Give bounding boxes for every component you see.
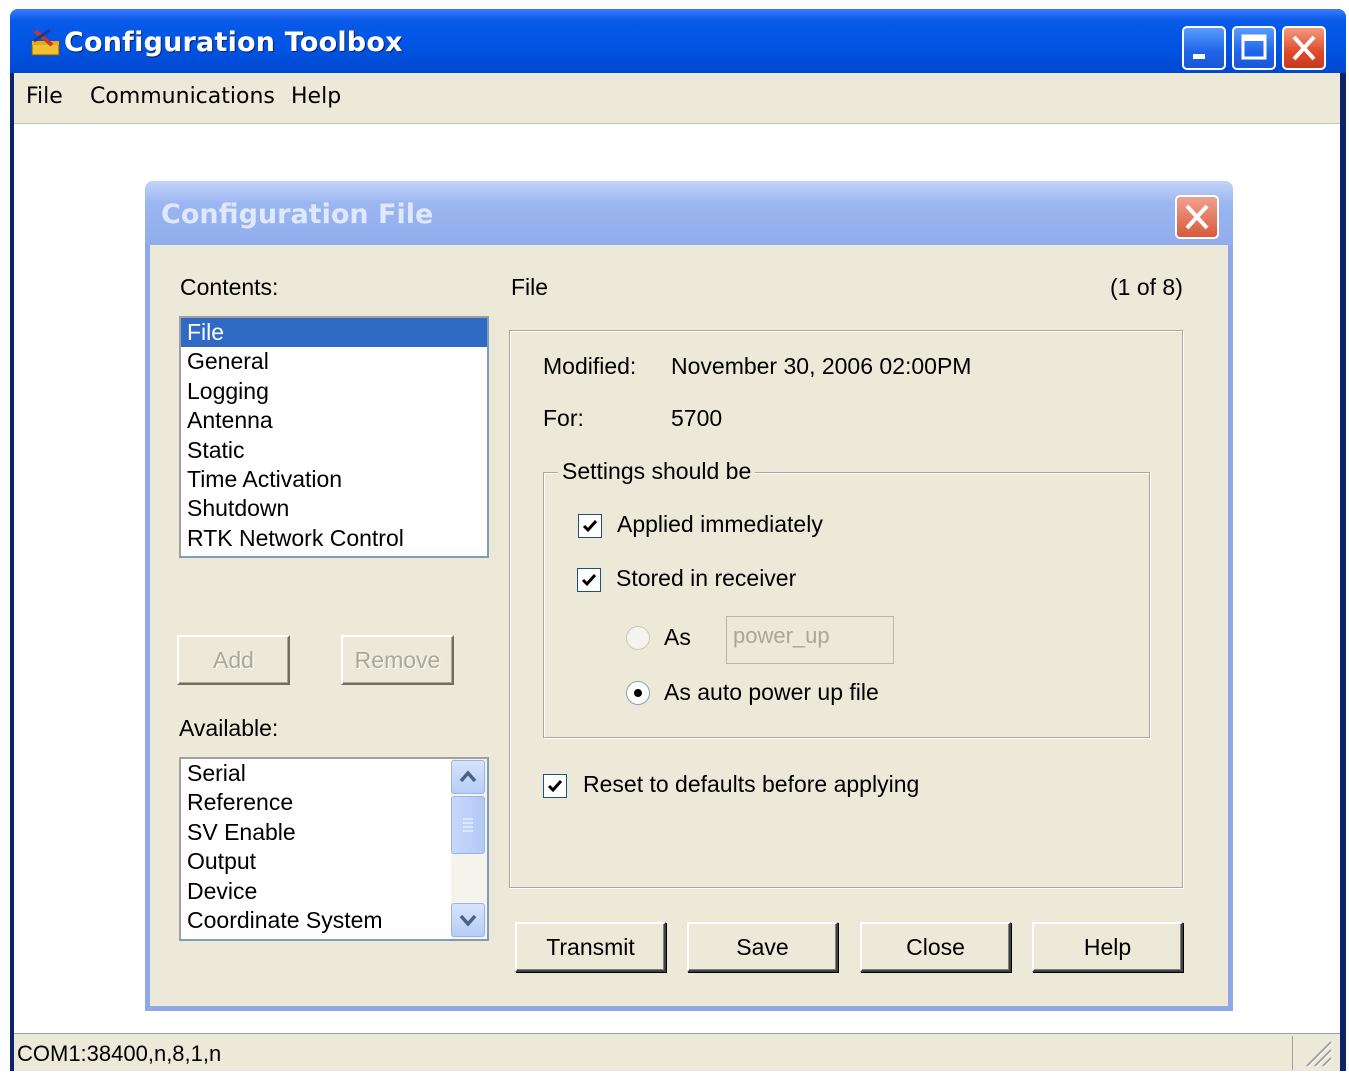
settings-group-label: Settings should be xyxy=(558,458,756,485)
reset-defaults-checkbox[interactable] xyxy=(543,774,567,798)
save-button[interactable]: Save xyxy=(687,922,838,972)
list-item[interactable]: Reference xyxy=(181,788,487,817)
list-item[interactable]: RTK Network Control xyxy=(181,524,487,553)
list-item[interactable]: File xyxy=(181,318,487,348)
for-label: For: xyxy=(543,405,584,431)
menu-communications[interactable]: Communications xyxy=(90,84,275,109)
minimize-icon xyxy=(1193,54,1205,59)
help-button[interactable]: Help xyxy=(1032,922,1183,972)
maximize-icon xyxy=(1241,34,1267,60)
power-up-name-input[interactable]: power_up xyxy=(726,616,894,664)
scroll-thumb[interactable] xyxy=(451,796,485,854)
list-item[interactable]: Antenna xyxy=(181,406,487,435)
as-name-label[interactable]: As xyxy=(664,624,691,651)
list-item[interactable]: SV Enable xyxy=(181,818,487,847)
scroll-up-button[interactable] xyxy=(451,760,485,794)
for-value: 5700 xyxy=(671,405,723,431)
dialog-close-button[interactable] xyxy=(1175,195,1219,239)
close-icon xyxy=(1292,35,1316,61)
settings-groupbox: Settings should be Applied immediately S… xyxy=(543,458,1150,738)
window-title: Configuration Toolbox xyxy=(64,27,403,58)
toolbox-icon xyxy=(31,28,60,56)
dialog-title: Configuration File xyxy=(161,199,434,230)
available-label: Available: xyxy=(179,715,279,741)
maximize-button[interactable] xyxy=(1232,26,1276,70)
checkmark-icon xyxy=(581,574,597,587)
stored-in-receiver-label[interactable]: Stored in receiver xyxy=(616,565,796,592)
dialog-body: Contents: File General Logging Antenna S… xyxy=(150,245,1228,1006)
available-list[interactable]: Serial Reference SV Enable Output Device… xyxy=(179,757,489,941)
close-icon xyxy=(1185,204,1209,230)
grip-icon xyxy=(463,818,473,832)
list-item[interactable]: Output xyxy=(181,847,487,876)
chevron-up-icon xyxy=(459,770,477,783)
file-settings-panel: Modified: November 30, 2006 02:00PM For:… xyxy=(509,330,1183,888)
checkmark-icon xyxy=(547,780,563,793)
chevron-down-icon xyxy=(459,914,477,927)
scroll-down-button[interactable] xyxy=(451,903,485,937)
resize-grip-icon xyxy=(1306,1041,1333,1068)
page-indicator: (1 of 8) xyxy=(1110,274,1183,300)
list-item[interactable]: Serial xyxy=(181,759,487,788)
contents-label: Contents: xyxy=(180,274,279,300)
status-bar: COM1:38400,n,8,1,n xyxy=(14,1033,1340,1071)
menu-file[interactable]: File xyxy=(26,84,63,109)
checkmark-icon xyxy=(582,520,598,533)
section-title: File xyxy=(511,274,549,300)
auto-power-up-label[interactable]: As auto power up file xyxy=(664,679,879,706)
minimize-button[interactable] xyxy=(1182,26,1226,70)
status-text: COM1:38400,n,8,1,n xyxy=(17,1041,222,1066)
applied-immediately-label[interactable]: Applied immediately xyxy=(617,511,823,538)
transmit-button[interactable]: Transmit xyxy=(515,922,666,972)
menu-help[interactable]: Help xyxy=(291,84,341,109)
add-button[interactable]: Add xyxy=(177,635,290,685)
auto-power-up-radio[interactable] xyxy=(626,681,650,705)
list-item[interactable]: Coordinate System xyxy=(181,906,487,935)
list-item[interactable]: Device xyxy=(181,877,487,906)
reset-defaults-label[interactable]: Reset to defaults before applying xyxy=(583,771,919,798)
menu-bar: File Communications Help xyxy=(14,73,1340,124)
configuration-file-dialog: Configuration File Contents: File Genera… xyxy=(145,181,1233,1011)
stored-in-receiver-checkbox[interactable] xyxy=(577,568,601,592)
close-button[interactable]: Close xyxy=(860,922,1011,972)
list-item[interactable]: Logging xyxy=(181,377,487,406)
main-window: Configuration Toolbox File Communication… xyxy=(10,9,1346,1071)
modified-value: November 30, 2006 02:00PM xyxy=(671,353,972,379)
available-scrollbar[interactable] xyxy=(451,759,487,939)
title-bar[interactable]: Configuration Toolbox xyxy=(10,9,1346,73)
list-item[interactable]: Static xyxy=(181,436,487,465)
list-item[interactable]: Time Activation xyxy=(181,465,487,494)
dialog-title-bar[interactable]: Configuration File xyxy=(145,181,1233,245)
contents-list[interactable]: File General Logging Antenna Static Time… xyxy=(179,316,489,558)
as-name-radio[interactable] xyxy=(626,626,650,650)
close-window-button[interactable] xyxy=(1282,26,1326,70)
applied-immediately-checkbox[interactable] xyxy=(578,514,602,538)
size-grip[interactable] xyxy=(1292,1036,1338,1070)
list-item[interactable]: Shutdown xyxy=(181,494,487,523)
list-item[interactable]: General xyxy=(181,347,487,376)
remove-button[interactable]: Remove xyxy=(341,635,454,685)
modified-label: Modified: xyxy=(543,353,637,379)
